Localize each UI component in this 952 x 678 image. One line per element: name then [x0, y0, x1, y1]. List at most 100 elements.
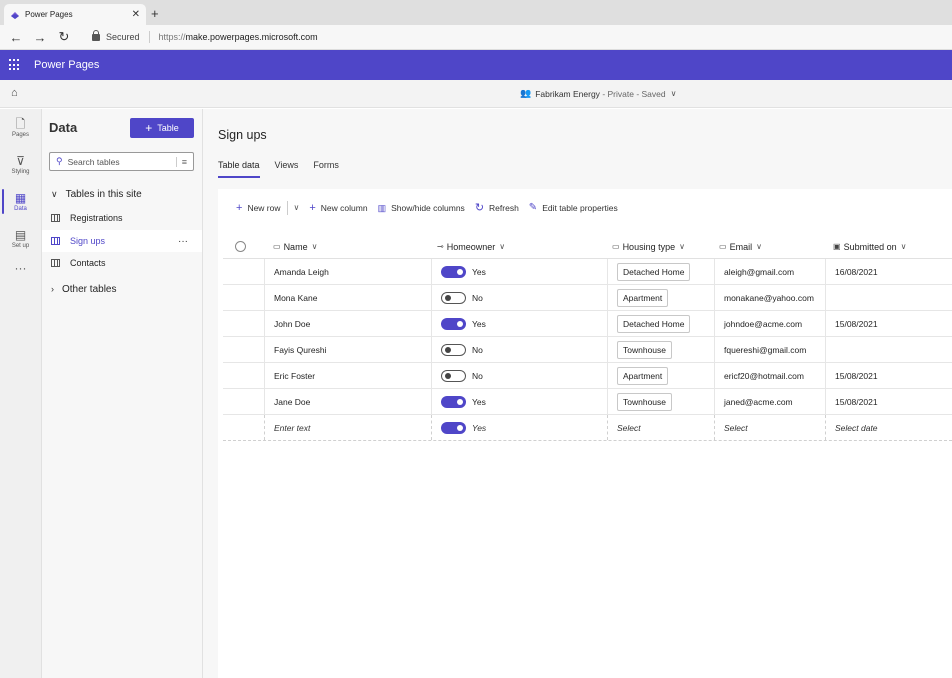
cell-email[interactable]: fquereshi@gmail.com — [714, 337, 825, 362]
homeowner-value: Yes — [472, 318, 486, 329]
search-tables-input[interactable] — [67, 156, 176, 167]
column-header-submitted-on[interactable]: ▣ Submitted on ∨ — [833, 235, 906, 258]
homeowner-toggle[interactable] — [441, 421, 466, 434]
rail-item-pages[interactable]: 🗋 Pages — [0, 109, 41, 146]
email-field-icon: ▭ — [719, 242, 727, 251]
cell-homeowner[interactable]: No — [431, 337, 607, 362]
new-row-button[interactable]: + New row — [236, 202, 281, 213]
app-title[interactable]: Power Pages — [34, 59, 99, 71]
cell-housing[interactable]: Apartment — [607, 285, 714, 310]
cell-email[interactable]: aleigh@gmail.com — [714, 259, 825, 284]
cell-email[interactable]: monakane@yahoo.com — [714, 285, 825, 310]
cell-name[interactable]: John Doe — [264, 311, 431, 336]
housing-type-chip: Detached Home — [617, 262, 691, 281]
add-table-button[interactable]: + Table — [130, 118, 194, 138]
cell-homeowner[interactable]: Yes — [431, 389, 607, 414]
homeowner-toggle[interactable] — [441, 265, 466, 278]
table-item-sign-ups[interactable]: Sign ups ··· — [42, 230, 202, 252]
tab-table-data[interactable]: Table data — [218, 160, 260, 178]
column-header-name[interactable]: ▭ Name ∨ — [273, 235, 317, 258]
homeowner-toggle[interactable] — [441, 317, 466, 330]
cell-housing[interactable]: Detached Home — [607, 259, 714, 284]
housing-type-chip: Townhouse — [617, 340, 673, 359]
site-selector[interactable]: 👥 Fabrikam Energy - Private - Saved ∨ — [520, 88, 676, 99]
column-header-email[interactable]: ▭ Email ∨ — [719, 235, 762, 258]
edit-table-properties-button[interactable]: ✎ Edit table properties — [529, 202, 618, 213]
cell-housing[interactable]: Townhouse — [607, 389, 714, 414]
forward-arrow-icon[interactable]: → — [28, 30, 52, 45]
cell-email[interactable]: Select — [714, 415, 825, 440]
homeowner-toggle[interactable] — [441, 369, 466, 382]
cell-submitted[interactable]: 16/08/2021 — [825, 259, 952, 284]
cell-housing[interactable]: Apartment — [607, 363, 714, 388]
rail-item-styling[interactable]: ⊽ Styling — [0, 146, 41, 183]
show-hide-columns-button[interactable]: ▥ Show/hide columns — [378, 203, 465, 213]
cell-submitted[interactable]: 15/08/2021 — [825, 311, 952, 336]
cell-housing[interactable]: Detached Home — [607, 311, 714, 336]
table-item-registrations[interactable]: Registrations — [42, 207, 202, 229]
refresh-icon[interactable]: ↻ — [52, 29, 76, 45]
homeowner-toggle[interactable] — [441, 291, 466, 304]
address-divider — [148, 31, 150, 43]
refresh-button[interactable]: ↻ Refresh — [475, 202, 519, 213]
cell-email[interactable]: janed@acme.com — [714, 389, 825, 414]
table-item-contacts[interactable]: Contacts — [42, 252, 202, 274]
cell-homeowner[interactable]: Yes — [431, 415, 607, 440]
column-header-housing-type[interactable]: ▭ Housing type ∨ — [612, 235, 685, 258]
column-header-homeowner[interactable]: ⊸ Homeowner ∨ — [437, 235, 505, 258]
back-arrow-icon[interactable]: ← — [4, 30, 28, 45]
more-options-icon[interactable]: ··· — [178, 236, 188, 247]
search-icon: ⚲ — [56, 156, 63, 166]
cell-submitted[interactable] — [825, 285, 952, 310]
close-tab-icon[interactable]: ✕ — [132, 9, 140, 20]
group-label: Other tables — [62, 283, 117, 295]
cell-submitted[interactable] — [825, 337, 952, 362]
security-label: Secured — [106, 32, 140, 42]
cell-email[interactable]: ericf20@hotmail.com — [714, 363, 825, 388]
group-other-tables[interactable]: › Other tables — [51, 281, 116, 297]
cell-name[interactable]: Eric Foster — [264, 363, 431, 388]
cell-submitted[interactable]: 15/08/2021 — [825, 363, 952, 388]
home-icon[interactable]: ⌂ — [11, 87, 18, 99]
cell-submitted[interactable]: Select date — [825, 415, 952, 440]
tab-views[interactable]: Views — [275, 160, 299, 178]
tab-forms[interactable]: Forms — [313, 160, 339, 178]
more-icon[interactable]: ··· — [0, 261, 41, 275]
chevron-down-icon: ∨ — [311, 242, 318, 251]
table-row: John Doe Yes Detached Home johndoe@acme.com… — [223, 311, 952, 337]
cell-housing[interactable]: Townhouse — [607, 337, 714, 362]
cell-submitted[interactable]: 15/08/2021 — [825, 389, 952, 414]
group-label: Tables in this site — [65, 188, 142, 200]
rail-item-data[interactable]: ▦ Data — [0, 183, 41, 220]
group-tables-in-site[interactable]: ∨ Tables in this site — [51, 186, 142, 202]
cell-housing[interactable]: Select — [607, 415, 714, 440]
cell-homeowner[interactable]: Yes — [431, 311, 607, 336]
rail-item-setup[interactable]: ▤ Set up — [0, 220, 41, 257]
brush-icon: ⊽ — [16, 153, 25, 168]
select-all-checkbox[interactable] — [235, 235, 246, 258]
browser-tab[interactable]: Power Pages ✕ — [4, 4, 146, 25]
url-field[interactable]: https://make.powerpages.microsoft.com — [159, 32, 318, 42]
cell-email[interactable]: johndoe@acme.com — [714, 311, 825, 336]
cell-name[interactable]: Jane Doe — [264, 389, 431, 414]
new-column-button[interactable]: + New column — [309, 202, 367, 213]
app-launcher-icon[interactable] — [9, 59, 21, 71]
cell-name[interactable]: Enter text — [264, 415, 431, 440]
cell-homeowner[interactable]: No — [431, 363, 607, 388]
cell-name[interactable]: Fayis Qureshi — [264, 337, 431, 362]
email-value: fquereshi@gmail.com — [724, 344, 807, 355]
homeowner-toggle[interactable] — [441, 395, 466, 408]
security-indicator[interactable]: Secured — [92, 29, 140, 42]
cell-homeowner[interactable]: Yes — [431, 259, 607, 284]
chevron-down-icon[interactable]: ∨ — [294, 203, 300, 212]
cell-homeowner[interactable]: No — [431, 285, 607, 310]
cell-name[interactable]: Mona Kane — [264, 285, 431, 310]
filter-icon[interactable]: ≡ — [175, 156, 187, 167]
chevron-down-icon: ∨ — [756, 242, 762, 251]
chevron-down-icon: ∨ — [51, 188, 58, 199]
add-table-label: Table — [157, 123, 179, 133]
workspace-rail: 🗋 Pages ⊽ Styling ▦ Data ▤ Set up ··· — [0, 109, 42, 678]
new-tab-icon[interactable]: + — [151, 6, 159, 21]
cell-name[interactable]: Amanda Leigh — [264, 259, 431, 284]
homeowner-toggle[interactable] — [441, 343, 466, 356]
